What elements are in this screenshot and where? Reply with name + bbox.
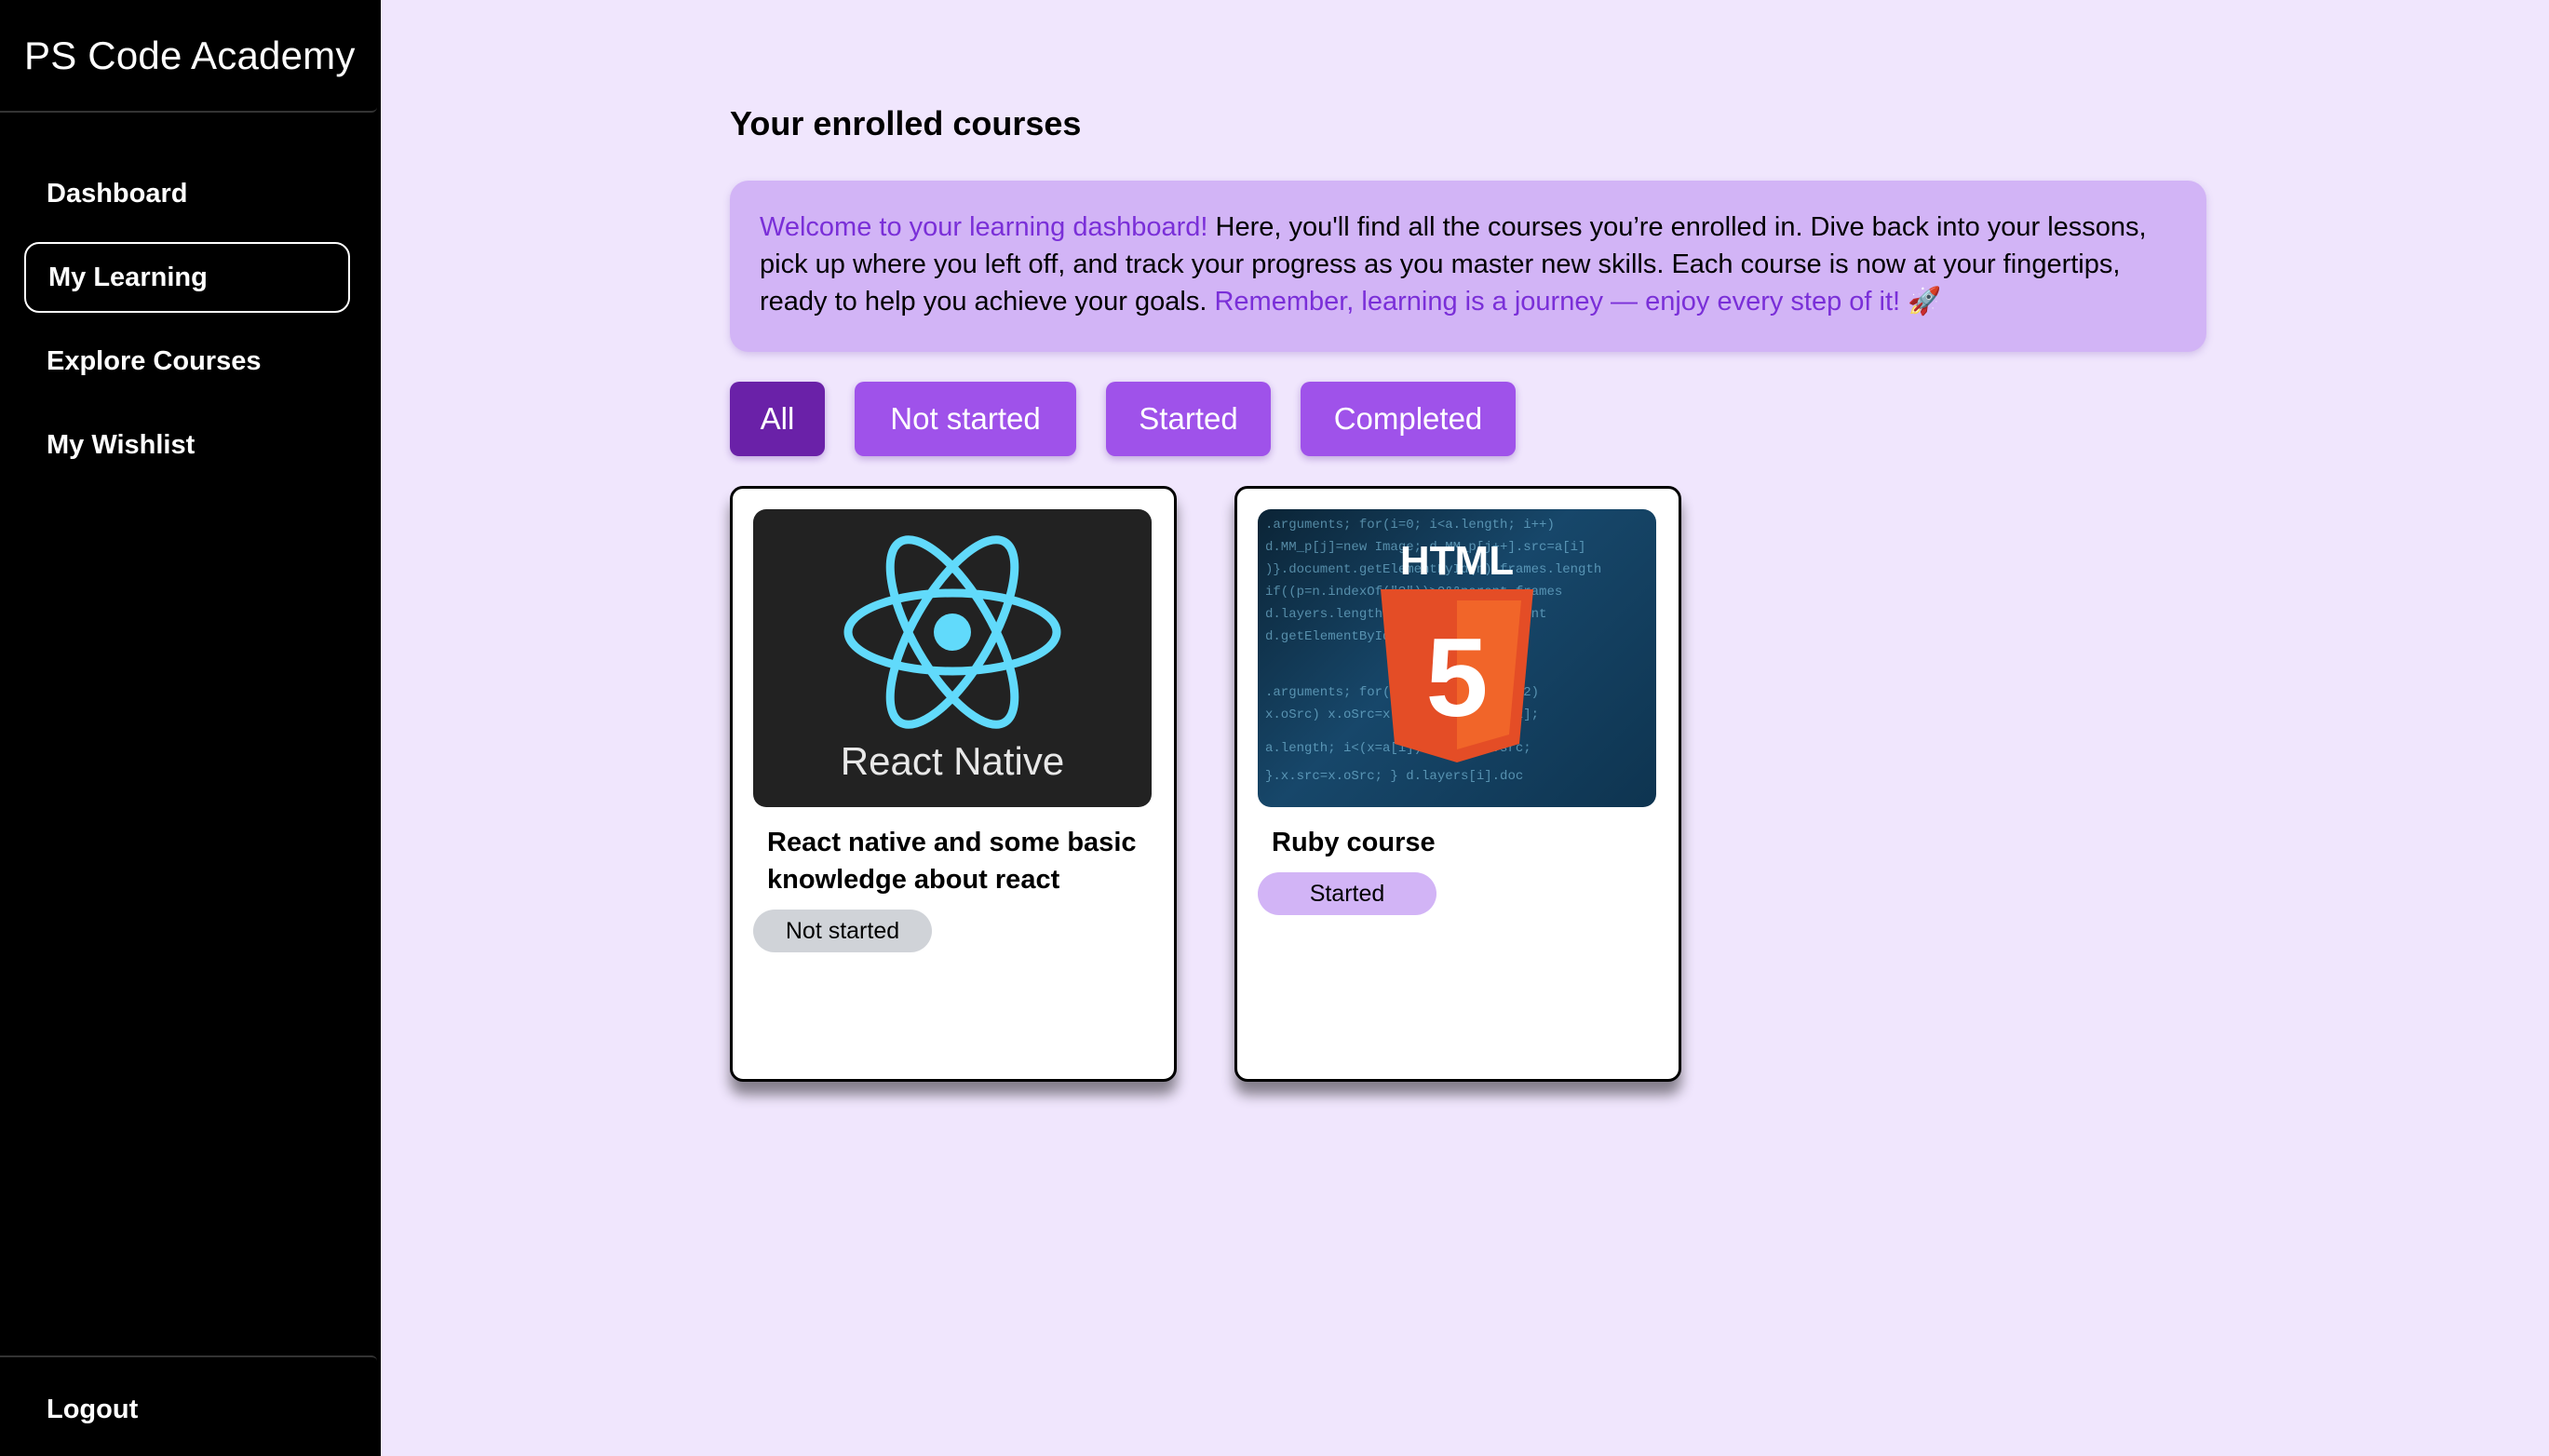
html5-logo-number: 5 <box>1426 615 1489 740</box>
html5-logo-text: HTML <box>1400 538 1514 584</box>
logout-button[interactable]: Logout <box>47 1395 138 1425</box>
course-card-list: React Native React native and some basic… <box>730 486 1681 1082</box>
status-badge: Not started <box>753 910 932 952</box>
filter-not-started-button[interactable]: Not started <box>855 382 1076 456</box>
status-badge: Started <box>1258 872 1436 915</box>
page-title: Your enrolled courses <box>730 104 1082 142</box>
filter-completed-button[interactable]: Completed <box>1301 382 1516 456</box>
react-native-logo-text: React Native <box>841 739 1064 783</box>
filter-all-button[interactable]: All <box>730 382 825 456</box>
brand-title: PS Code Academy <box>0 0 377 113</box>
course-card[interactable]: .arguments; for(i=0; i<a.length; i++) d.… <box>1234 486 1681 1082</box>
sidebar-nav: Dashboard My Learning Explore Courses My… <box>24 158 350 493</box>
filter-started-button[interactable]: Started <box>1106 382 1271 456</box>
svg-text:}.x.src=x.oSrc; } d.layers[i].: }.x.src=x.oSrc; } d.layers[i].doc <box>1265 769 1523 784</box>
react-native-logo-icon: React Native <box>841 535 1064 783</box>
sidebar-item-explore-courses[interactable]: Explore Courses <box>24 326 350 397</box>
course-title: Ruby course <box>1272 828 1436 857</box>
course-title: React native and some basic knowledge ab… <box>767 828 1137 895</box>
sidebar-item-dashboard[interactable]: Dashboard <box>24 158 350 229</box>
rocket-icon: 🚀 <box>1908 287 1942 317</box>
welcome-banner: Welcome to your learning dashboard! Here… <box>730 181 2206 352</box>
svg-text:.arguments; for(i=0; i<a.lengt: .arguments; for(i=0; i<a.length; i++) <box>1265 518 1555 533</box>
course-card[interactable]: React Native React native and some basic… <box>730 486 1177 1082</box>
sidebar-item-my-learning[interactable]: My Learning <box>24 242 350 313</box>
welcome-lead: Welcome to your learning dashboard! <box>760 212 1208 242</box>
course-thumbnail: .arguments; for(i=0; i<a.length; i++) d.… <box>1258 509 1656 807</box>
sidebar-footer: Logout <box>0 1355 377 1456</box>
sidebar: PS Code Academy Dashboard My Learning Ex… <box>0 0 381 1456</box>
status-filter-bar: All Not started Started Completed <box>730 382 1516 456</box>
course-thumbnail: React Native <box>753 509 1152 807</box>
sidebar-item-my-wishlist[interactable]: My Wishlist <box>24 410 350 480</box>
html5-logo-icon: .arguments; for(i=0; i<a.length; i++) d.… <box>1265 518 1601 784</box>
welcome-closing: Remember, learning is a journey — enjoy … <box>1214 287 1901 317</box>
